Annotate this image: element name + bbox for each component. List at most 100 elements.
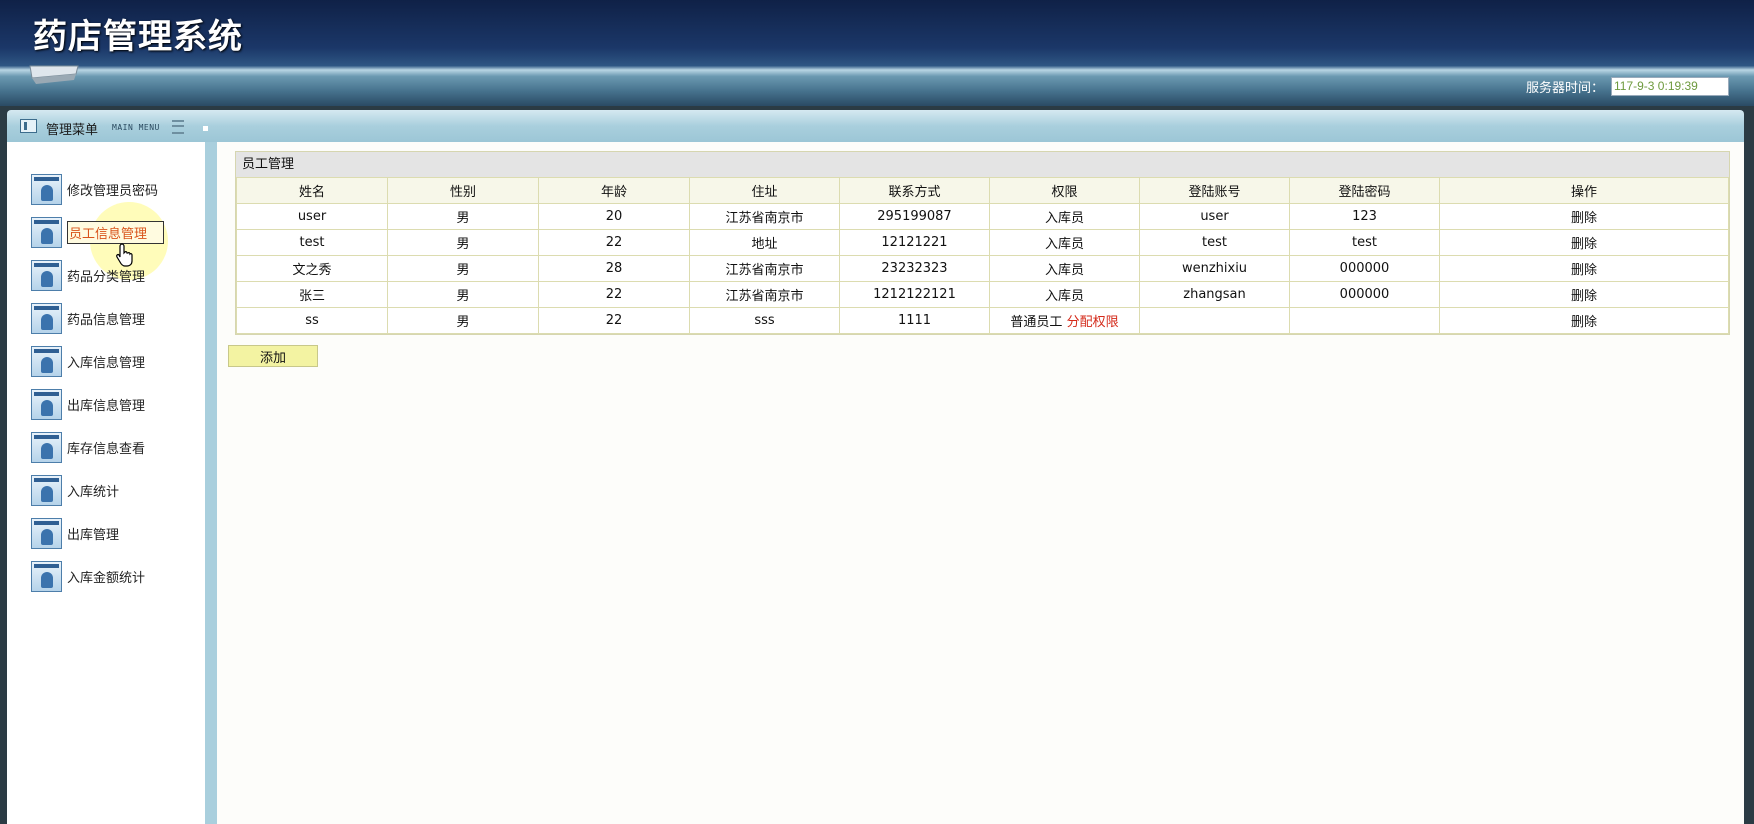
cell-role: 入库员: [989, 281, 1140, 308]
sidebar-item-label: 员工信息管理: [67, 220, 165, 244]
cell-name: test: [236, 229, 388, 256]
column-header-name: 姓名: [236, 177, 388, 204]
cell-age: 28: [538, 255, 690, 282]
staff-panel: 员工管理 姓名 性别 年龄 住址 联系方式 权限 登陆账号 登陆密码 操作 us…: [235, 151, 1730, 335]
menu-panel-icon: [20, 119, 37, 133]
sidebar-item-inventory-view[interactable]: 库存信息查看: [31, 429, 211, 465]
column-header-address: 住址: [689, 177, 840, 204]
cell-contact: 1111: [839, 307, 990, 334]
cell-role: 普通员工 分配权限: [989, 307, 1140, 334]
cell-gender: 男: [387, 229, 539, 256]
cell-contact: 23232323: [839, 255, 990, 282]
delete-link[interactable]: 删除: [1439, 281, 1729, 308]
cell-address: sss: [689, 307, 840, 334]
cell-account: [1139, 307, 1290, 334]
cell-password: test: [1289, 229, 1440, 256]
cell-password: 000000: [1289, 281, 1440, 308]
panel-title: 员工管理: [236, 152, 1729, 177]
cell-account: user: [1139, 203, 1290, 230]
table-header-row: 姓名 性别 年龄 住址 联系方式 权限 登陆账号 登陆密码 操作: [236, 177, 1729, 204]
sidebar-item-change-admin-password[interactable]: 修改管理员密码: [31, 171, 211, 207]
sidebar-item-stock-out-info[interactable]: 出库信息管理: [31, 386, 211, 422]
menu-toggle-icon[interactable]: [172, 120, 184, 134]
cell-name: ss: [236, 307, 388, 334]
delete-link[interactable]: 删除: [1439, 203, 1729, 230]
cell-account: wenzhixiu: [1139, 255, 1290, 282]
cell-contact: 295199087: [839, 203, 990, 230]
cell-age: 22: [538, 281, 690, 308]
user-window-icon: [31, 431, 62, 463]
cell-age: 20: [538, 203, 690, 230]
sidebar-item-stock-in-stats[interactable]: 入库统计: [31, 472, 211, 508]
cell-age: 22: [538, 229, 690, 256]
sidebar-item-stock-in-amount-stats[interactable]: 入库金额统计: [31, 558, 211, 594]
column-header-gender: 性别: [387, 177, 539, 204]
cell-address: 江苏省南京市: [689, 203, 840, 230]
hand-cursor-icon: [116, 243, 133, 267]
sidebar-item-label: 入库统计: [67, 484, 120, 500]
monitor-icon: [29, 65, 79, 84]
sidebar-item-label: 库存信息查看: [67, 441, 146, 457]
column-header-contact: 联系方式: [839, 177, 990, 204]
delete-link[interactable]: 删除: [1439, 255, 1729, 282]
sidebar-item-label: 出库管理: [67, 527, 120, 543]
delete-link[interactable]: 删除: [1439, 307, 1729, 334]
app-header: 药店管理系统 服务器时间： 117-9-3 0:19:39: [0, 0, 1754, 106]
column-header-age: 年龄: [538, 177, 690, 204]
cell-address: 江苏省南京市: [689, 255, 840, 282]
menu-subtitle: MAIN MENU: [112, 123, 160, 132]
role-text: 入库员: [1044, 263, 1084, 278]
role-text: 入库员: [1044, 237, 1084, 252]
cell-password: [1289, 307, 1440, 334]
role-text: 普通员工: [1010, 315, 1063, 330]
role-text: 入库员: [1044, 289, 1084, 304]
cell-role: 入库员: [989, 255, 1140, 282]
column-header-password: 登陆密码: [1289, 177, 1440, 204]
cell-gender: 男: [387, 281, 539, 308]
sidebar-item-label: 修改管理员密码: [67, 183, 159, 199]
user-window-icon: [31, 388, 62, 420]
sidebar-item-stock-out-manage[interactable]: 出库管理: [31, 515, 211, 551]
sidebar-item-label: 入库金额统计: [67, 570, 146, 586]
user-window-icon: [31, 345, 62, 377]
menu-title: 管理菜单: [46, 123, 99, 138]
user-window-icon: [31, 216, 62, 248]
cell-account: test: [1139, 229, 1290, 256]
user-window-icon: [31, 173, 62, 205]
table-row: 张三 男 22 江苏省南京市 1212122121 入库员 zhangsan 0…: [236, 281, 1729, 308]
column-header-role: 权限: [989, 177, 1140, 204]
cell-role: 入库员: [989, 229, 1140, 256]
sidebar-item-label: 药品信息管理: [67, 312, 146, 328]
cell-contact: 12121221: [839, 229, 990, 256]
sidebar-item-stock-in-info[interactable]: 入库信息管理: [31, 343, 211, 379]
user-window-icon: [31, 474, 62, 506]
sidebar-item-label: 出库信息管理: [67, 398, 146, 414]
cell-gender: 男: [387, 307, 539, 334]
user-window-icon: [31, 302, 62, 334]
cell-gender: 男: [387, 203, 539, 230]
server-time-label: 服务器时间：: [1526, 81, 1605, 96]
sidebar-item-drug-info[interactable]: 药品信息管理: [31, 300, 211, 336]
server-time-field[interactable]: 117-9-3 0:19:39: [1611, 77, 1729, 96]
menu-bar: 管理菜单 MAIN MENU: [7, 110, 1744, 142]
sidebar-item-label: 药品分类管理: [67, 269, 146, 285]
table-row: 文之秀 男 28 江苏省南京市 23232323 入库员 wenzhixiu 0…: [236, 255, 1729, 282]
cell-role: 入库员: [989, 203, 1140, 230]
cell-name: user: [236, 203, 388, 230]
cell-account: zhangsan: [1139, 281, 1290, 308]
assign-permission-link[interactable]: 分配权限: [1067, 315, 1119, 330]
cell-password: 123: [1289, 203, 1440, 230]
delete-link[interactable]: 删除: [1439, 229, 1729, 256]
table-row: test 男 22 地址 12121221 入库员 test test 删除: [236, 229, 1729, 256]
app-title: 药店管理系统: [33, 17, 243, 57]
cell-address: 地址: [689, 229, 840, 256]
table-row: ss 男 22 sss 1111 普通员工 分配权限 删除: [236, 307, 1729, 334]
menu-dot-icon: [203, 126, 208, 131]
add-button[interactable]: 添加: [228, 345, 318, 367]
role-text: 入库员: [1044, 211, 1084, 226]
cell-gender: 男: [387, 255, 539, 282]
cell-password: 000000: [1289, 255, 1440, 282]
cell-age: 22: [538, 307, 690, 334]
cell-name: 文之秀: [236, 255, 388, 282]
staff-table: 姓名 性别 年龄 住址 联系方式 权限 登陆账号 登陆密码 操作 user 男 …: [236, 177, 1729, 334]
